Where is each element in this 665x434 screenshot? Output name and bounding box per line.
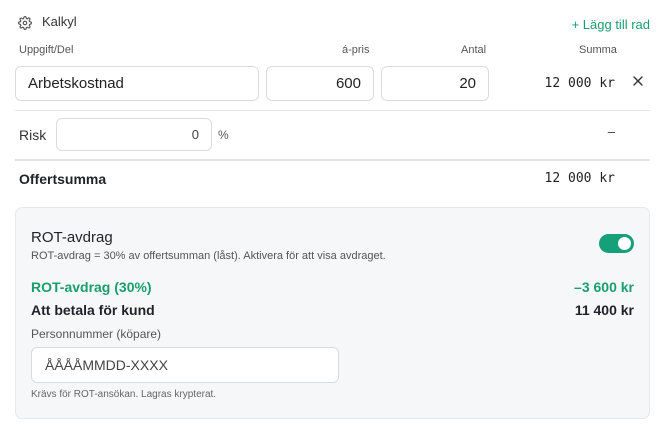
column-header-price: á-pris bbox=[342, 44, 370, 56]
page-title: Kalkyl bbox=[42, 14, 77, 29]
price-input[interactable]: 600 bbox=[266, 66, 374, 101]
quantity-input[interactable]: 20 bbox=[381, 66, 489, 101]
remove-row-icon[interactable] bbox=[629, 72, 647, 90]
add-row-button[interactable]: + Lägg till rad bbox=[572, 17, 650, 32]
rot-title: ROT-avdrag bbox=[31, 229, 113, 246]
row-sum: 12 000 kr bbox=[544, 76, 615, 91]
task-input[interactable]: Arbetskostnad bbox=[15, 66, 259, 101]
personnummer-input[interactable]: ÅÅÅÅMMDD-XXXX bbox=[31, 347, 339, 383]
rot-deduction-amount: –3 600 kr bbox=[574, 279, 634, 295]
personnummer-label: Personnummer (köpare) bbox=[31, 327, 162, 341]
column-header-task: Uppgift/Del bbox=[19, 44, 74, 56]
toggle-knob bbox=[618, 237, 631, 250]
customer-pay-label: Att betala för kund bbox=[31, 302, 155, 318]
divider bbox=[15, 159, 650, 161]
column-header-qty: Antal bbox=[461, 44, 487, 56]
risk-sum: – bbox=[607, 124, 615, 139]
offer-total-label: Offertsumma bbox=[19, 171, 107, 187]
rot-deduction-label: ROT-avdrag (30%) bbox=[31, 279, 152, 295]
customer-pay-amount: 11 400 kr bbox=[574, 302, 634, 318]
personnummer-hint: Krävs för ROT-ansökan. Lagras krypterat. bbox=[31, 389, 217, 400]
risk-input[interactable]: 0 bbox=[56, 118, 212, 151]
rot-description: ROT-avdrag = 30% av offertsumman (låst).… bbox=[31, 250, 386, 262]
rot-toggle[interactable] bbox=[599, 234, 634, 253]
risk-label: Risk bbox=[19, 127, 47, 143]
divider bbox=[15, 110, 650, 111]
column-header-sum: Summa bbox=[579, 44, 617, 56]
risk-unit: % bbox=[218, 128, 229, 142]
gear-icon bbox=[18, 16, 32, 30]
offer-total-sum: 12 000 kr bbox=[544, 171, 615, 186]
